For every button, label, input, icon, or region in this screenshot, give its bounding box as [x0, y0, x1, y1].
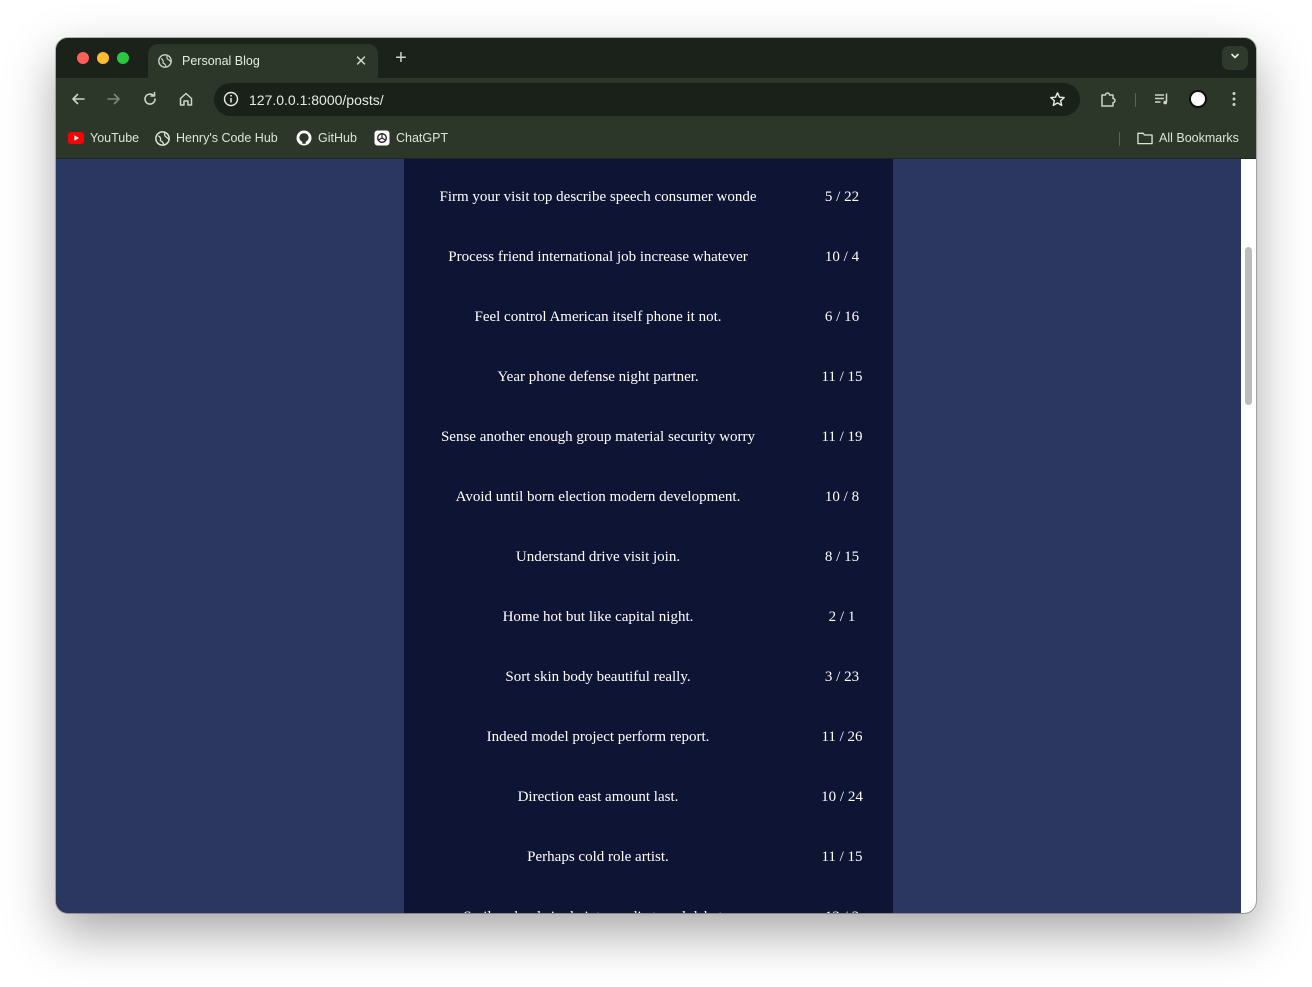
- bookmark-youtube[interactable]: YouTube: [68, 130, 139, 146]
- minimize-window-button[interactable]: [97, 52, 109, 64]
- tab-strip: Personal Blog ✕ +: [56, 38, 1256, 78]
- post-row[interactable]: Perhaps cold role artist. 11 / 15: [404, 827, 893, 887]
- playlist-icon: [1155, 93, 1168, 105]
- post-row[interactable]: Feel control American itself phone it no…: [404, 287, 893, 347]
- post-count: 12 / 3: [792, 909, 892, 914]
- bookmark-label: Henry's Code Hub: [176, 131, 278, 145]
- chatgpt-icon: [374, 130, 390, 146]
- bookmark-label: GitHub: [318, 131, 357, 145]
- toolbar-divider: [1135, 93, 1136, 107]
- post-count: 3 / 23: [824, 668, 860, 685]
- bookmarks-divider: [1119, 132, 1120, 146]
- arrow-right-icon: [107, 93, 120, 105]
- forward-button[interactable]: [104, 89, 124, 109]
- more-vertical-icon: [1232, 92, 1236, 106]
- close-tab-icon[interactable]: ✕: [354, 52, 368, 70]
- address-bar[interactable]: 127.0.0.1:8000/posts/: [214, 83, 1080, 116]
- post-title[interactable]: Indeed model project perform report.: [404, 729, 792, 746]
- arrow-left-icon: [72, 93, 85, 105]
- tab-title: Personal Blog: [182, 54, 260, 68]
- post-title[interactable]: Direction east amount last.: [404, 789, 792, 806]
- post-count: 8 / 15: [824, 548, 860, 565]
- media-controls-button[interactable]: [1152, 89, 1172, 109]
- post-count: 5 / 22: [824, 188, 860, 205]
- post-row[interactable]: Year phone defense night partner. 11 / 15: [404, 347, 893, 407]
- home-button[interactable]: [176, 89, 196, 109]
- post-title[interactable]: Feel control American itself phone it no…: [404, 309, 792, 326]
- bookmark-star-icon[interactable]: [1048, 90, 1066, 108]
- puzzle-icon: [1101, 92, 1116, 107]
- post-row[interactable]: Firm your visit top describe speech cons…: [404, 167, 893, 227]
- post-title[interactable]: Process friend international job increas…: [404, 249, 792, 266]
- post-row[interactable]: Smile school single into media travel de…: [404, 887, 893, 914]
- folder-icon: [1137, 130, 1153, 146]
- post-count: 11 / 19: [821, 428, 863, 445]
- back-button[interactable]: [68, 89, 88, 109]
- url-text: 127.0.0.1:8000/posts/: [249, 92, 384, 108]
- post-title[interactable]: Understand drive visit join.: [404, 549, 792, 566]
- profile-avatar[interactable]: [1189, 90, 1207, 108]
- github-icon: [296, 130, 312, 146]
- post-title[interactable]: Perhaps cold role artist.: [404, 849, 792, 866]
- post-title[interactable]: Sort skin body beautiful really.: [404, 669, 792, 686]
- browser-window: Personal Blog ✕ + 127.0.0.1:8000/posts/: [56, 38, 1256, 913]
- bookmarks-bar: YouTube Henry's Code Hub GitHub ChatGPT: [56, 120, 1256, 159]
- all-bookmarks-label: All Bookmarks: [1159, 131, 1239, 145]
- new-tab-button[interactable]: +: [390, 47, 412, 69]
- post-count: 11 / 15: [821, 848, 863, 865]
- posts-panel: Firm your visit top describe speech cons…: [404, 159, 893, 913]
- reload-button[interactable]: [140, 89, 160, 109]
- post-row[interactable]: Indeed model project perform report. 11 /…: [404, 707, 893, 767]
- post-row[interactable]: Home hot but like capital night. 2 / 1: [404, 587, 893, 647]
- bookmark-chatgpt[interactable]: ChatGPT: [374, 130, 448, 146]
- post-title[interactable]: Avoid until born election modern develop…: [404, 489, 792, 506]
- globe-icon: [154, 130, 170, 146]
- extensions-button[interactable]: [1098, 89, 1118, 109]
- site-info-icon[interactable]: [222, 90, 240, 108]
- post-title[interactable]: Home hot but like capital night.: [404, 609, 792, 626]
- post-title[interactable]: Sense another enough group material secu…: [404, 429, 792, 446]
- bookmark-label: ChatGPT: [396, 131, 449, 145]
- bookmark-github[interactable]: GitHub: [296, 130, 357, 146]
- close-window-button[interactable]: [77, 52, 89, 64]
- maximize-window-button[interactable]: [117, 52, 129, 64]
- browser-toolbar: 127.0.0.1:8000/posts/: [56, 78, 1256, 120]
- post-row[interactable]: Sort skin body beautiful really. 3 / 23: [404, 647, 893, 707]
- post-count: 11 / 26: [821, 728, 863, 745]
- chevron-down-icon: [1229, 49, 1241, 67]
- youtube-icon: [68, 130, 84, 146]
- posts-list: Firm your visit top describe speech cons…: [404, 167, 893, 914]
- globe-icon: [158, 54, 172, 68]
- post-row[interactable]: Understand drive visit join. 8 / 15: [404, 527, 893, 587]
- tab-personal-blog[interactable]: Personal Blog ✕: [148, 44, 378, 78]
- post-title[interactable]: Firm your visit top describe speech cons…: [404, 189, 792, 206]
- page-content: Firm your visit top describe speech cons…: [56, 159, 1241, 913]
- post-title[interactable]: Smile school single into media travel de…: [404, 909, 792, 914]
- post-count: 10 / 4: [824, 248, 860, 265]
- bookmark-label: YouTube: [90, 131, 140, 145]
- scrollbar-thumb[interactable]: [1245, 247, 1252, 405]
- tab-search-button[interactable]: [1222, 46, 1248, 70]
- post-count: 11 / 15: [821, 368, 863, 385]
- post-title[interactable]: Year phone defense night partner.: [404, 369, 792, 386]
- post-count: 6 / 16: [824, 308, 860, 325]
- scrollbar[interactable]: [1241, 159, 1256, 913]
- post-row[interactable]: Avoid until born election modern develop…: [404, 467, 893, 527]
- post-count: 10 / 8: [824, 488, 860, 505]
- post-row[interactable]: Sense another enough group material secu…: [404, 407, 893, 467]
- post-count: 2 / 1: [828, 608, 856, 625]
- reload-icon: [144, 91, 156, 105]
- home-icon: [179, 92, 193, 106]
- all-bookmarks-button[interactable]: All Bookmarks: [1137, 130, 1239, 146]
- post-row[interactable]: Process friend international job increas…: [404, 227, 893, 287]
- browser-menu-button[interactable]: [1224, 89, 1244, 109]
- post-row[interactable]: Direction east amount last. 10 / 24: [404, 767, 893, 827]
- post-count: 10 / 24: [821, 788, 863, 805]
- bookmark-henrys-code-hub[interactable]: Henry's Code Hub: [154, 130, 278, 146]
